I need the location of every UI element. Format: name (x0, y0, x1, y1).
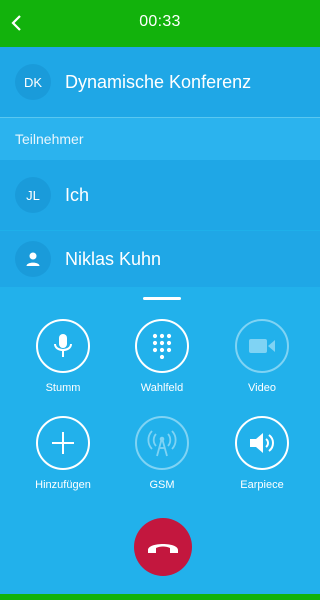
mute-button[interactable]: Stumm (15, 319, 111, 394)
top-bar: 00:33 (0, 0, 320, 47)
earpiece-label: Earpiece (240, 479, 284, 491)
dialpad-icon (152, 333, 172, 359)
microphone-icon (54, 334, 72, 357)
video-label: Video (248, 382, 276, 394)
plus-icon (52, 432, 74, 454)
speaker-icon (250, 433, 274, 453)
participant-avatar: JL (15, 177, 51, 213)
add-label: Hinzufügen (35, 479, 91, 491)
conference-row[interactable]: DK Dynamische Konferenz (0, 47, 320, 117)
earpiece-button[interactable]: Earpiece (214, 416, 310, 491)
video-button[interactable]: Video (214, 319, 310, 394)
add-participant-button[interactable]: Hinzufügen (15, 416, 111, 491)
call-timer: 00:33 (139, 13, 181, 30)
hangup-button[interactable] (134, 518, 192, 576)
conference-avatar: DK (15, 64, 51, 100)
participant-name: Niklas Kuhn (65, 248, 162, 269)
gsm-button[interactable]: GSM (114, 416, 210, 491)
drag-handle[interactable] (143, 297, 181, 300)
video-camera-icon (249, 339, 275, 353)
dialpad-button[interactable]: Wahlfeld (114, 319, 210, 394)
gsm-label: GSM (149, 479, 175, 491)
participant-avatar (15, 241, 51, 277)
antenna-icon (147, 430, 177, 457)
participant-row[interactable]: Niklas Kuhn (0, 231, 320, 287)
call-controls-panel: Stumm Wahlfeld Video Hinzufügen GSM Earp… (0, 287, 320, 594)
mute-label: Stumm (45, 382, 81, 394)
conference-name: Dynamische Konferenz (65, 71, 252, 92)
person-icon (26, 252, 40, 266)
hangup-phone-icon (148, 544, 178, 553)
bottom-bar (0, 594, 320, 600)
participant-name: Ich (65, 184, 90, 205)
participants-section-header: Teilnehmer (0, 118, 320, 160)
participant-row[interactable]: JL Ich (0, 160, 320, 230)
dialpad-label: Wahlfeld (140, 382, 184, 394)
